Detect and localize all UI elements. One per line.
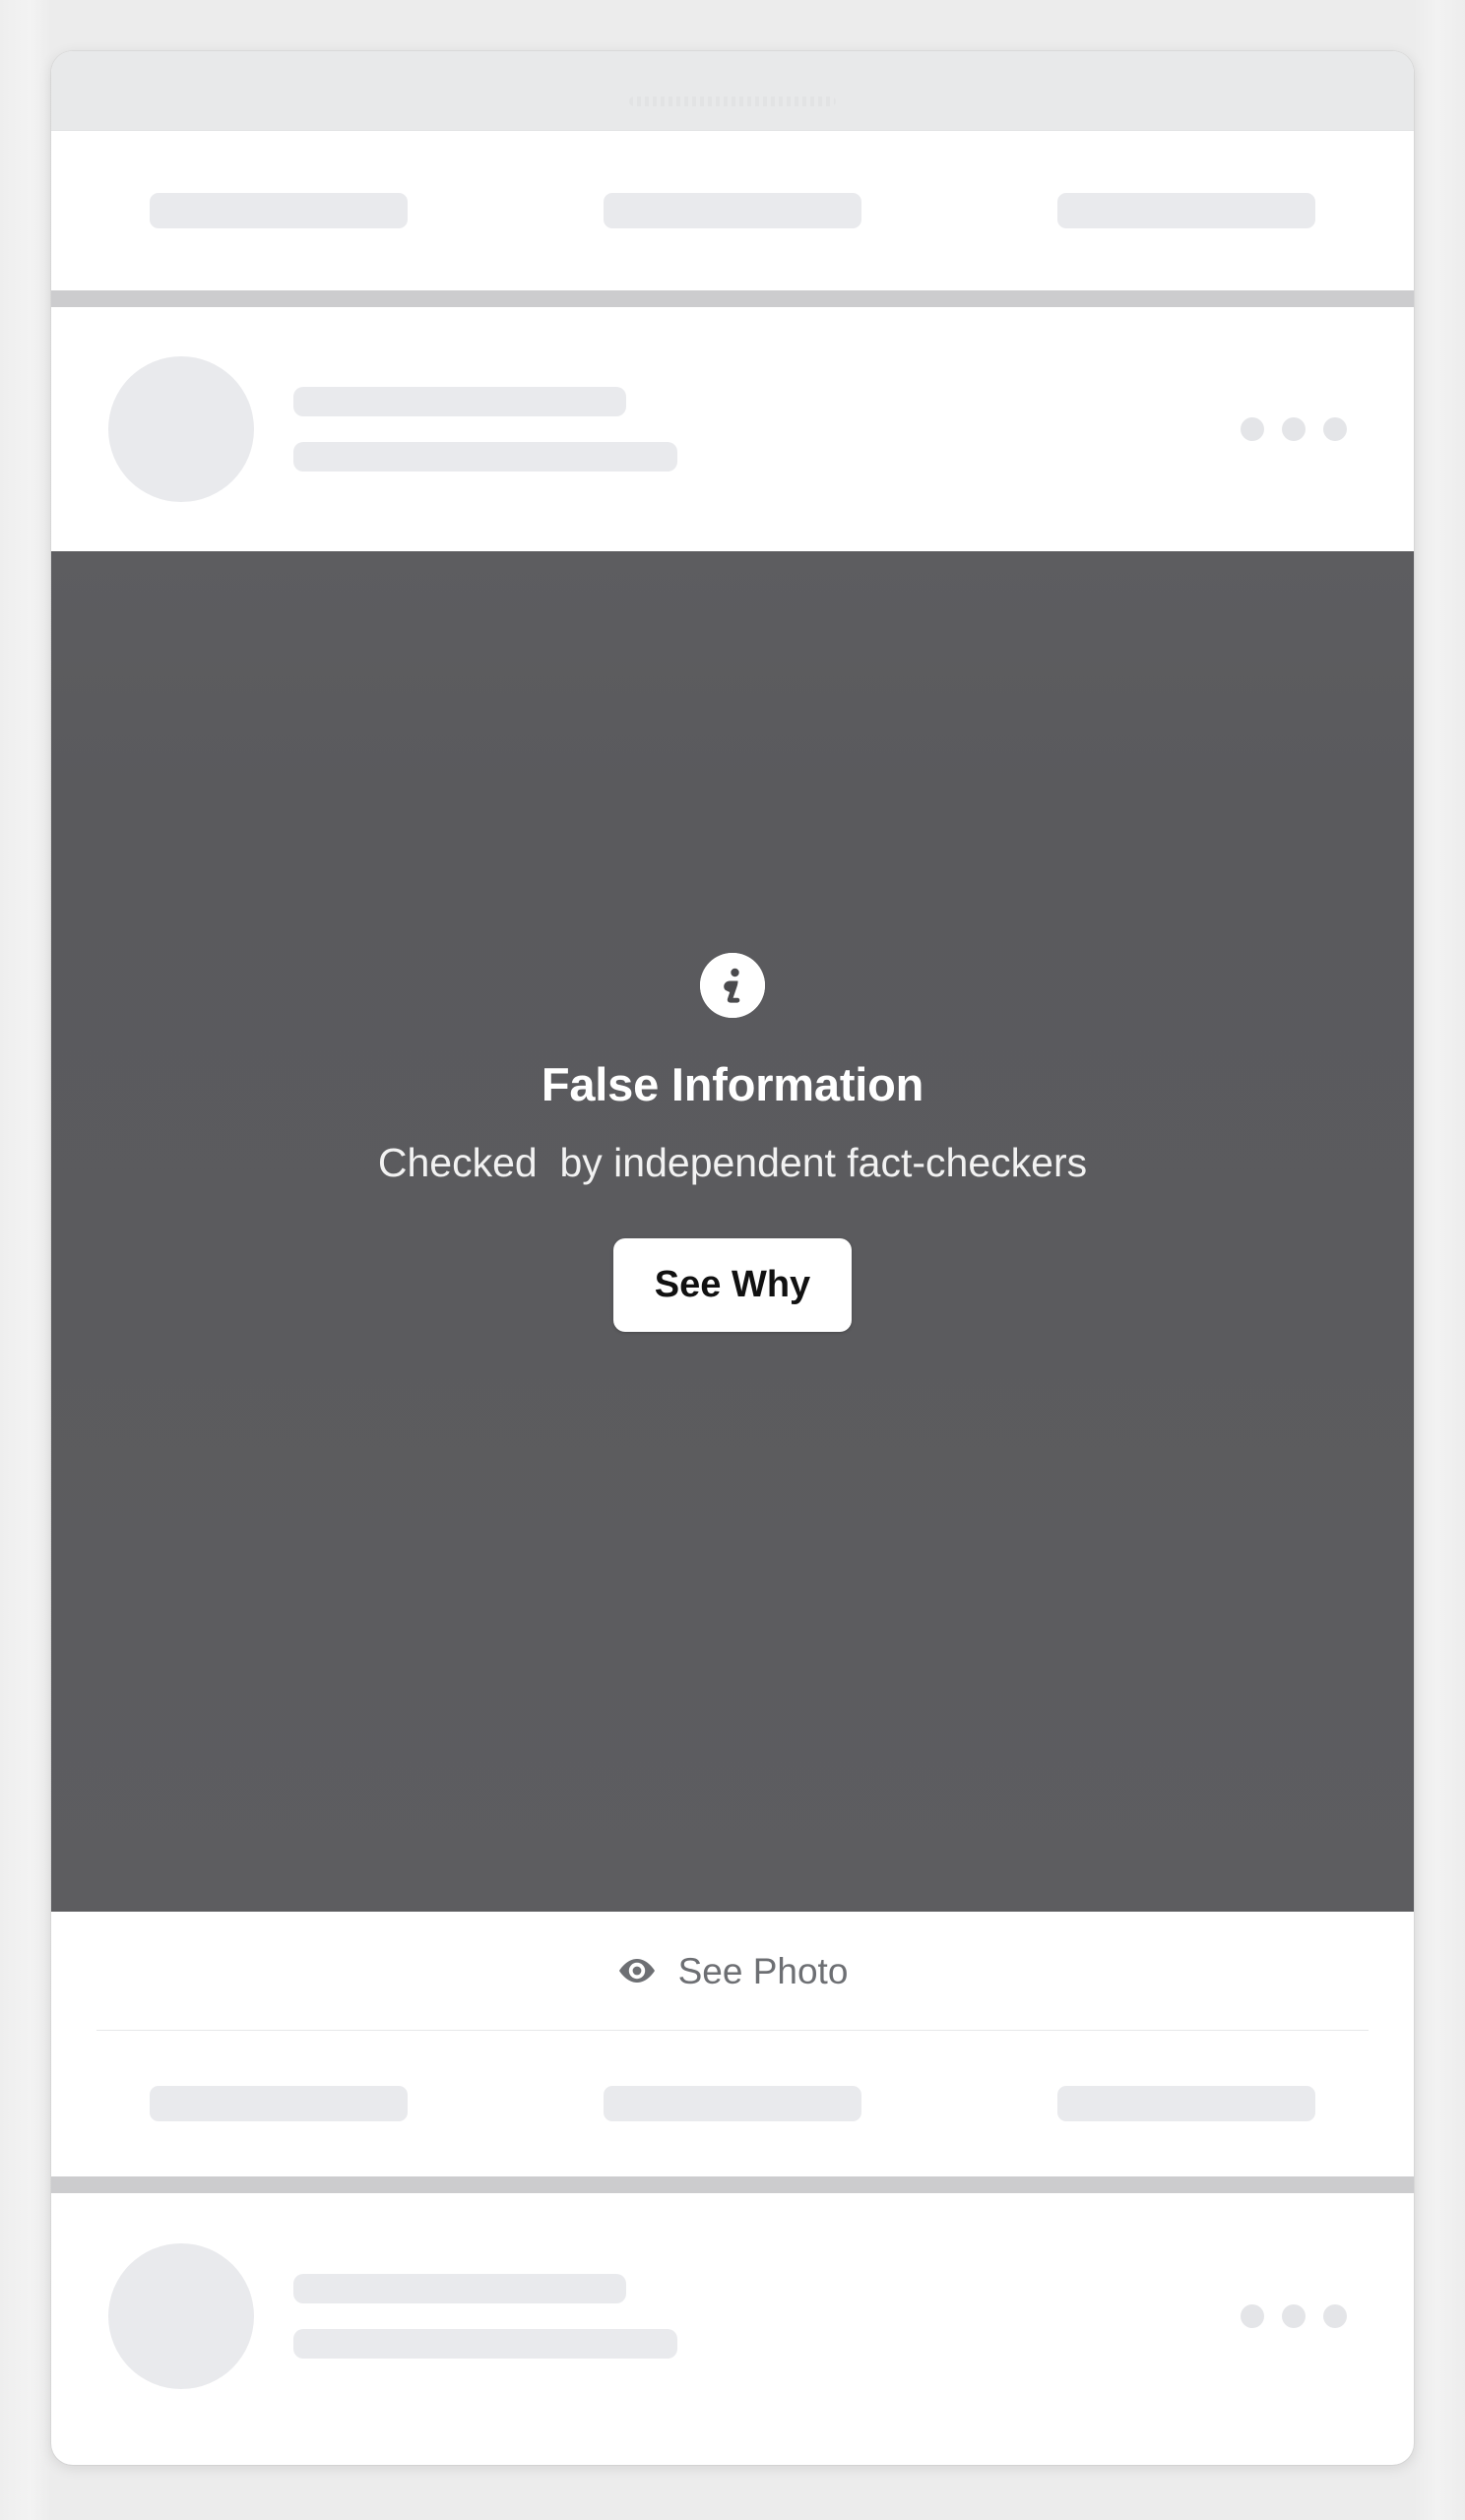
post-author-meta bbox=[293, 387, 1241, 472]
eye-icon bbox=[617, 1958, 657, 1984]
action-placeholder-comment[interactable] bbox=[604, 2086, 861, 2121]
post-action-bar[interactable] bbox=[51, 2031, 1414, 2176]
overflow-dot-2 bbox=[1282, 417, 1306, 441]
overflow-dot-1 bbox=[1241, 417, 1264, 441]
false-information-overlay: False Information Checked by independent… bbox=[51, 551, 1414, 1912]
next-post-header bbox=[51, 2193, 1414, 2439]
device-frame: False Information Checked by independent… bbox=[51, 51, 1414, 2465]
next-overflow-dot-3 bbox=[1323, 2304, 1347, 2328]
speaker-grille-icon bbox=[629, 96, 836, 106]
see-photo-button[interactable]: See Photo bbox=[51, 1912, 1414, 2030]
see-photo-label: See Photo bbox=[677, 1950, 849, 1991]
nav-placeholder-1[interactable] bbox=[150, 193, 408, 228]
section-separator-top bbox=[51, 290, 1414, 307]
page-background: False Information Checked by independent… bbox=[0, 0, 1465, 2520]
device-chrome-bar bbox=[51, 51, 1414, 131]
nav-placeholder-2[interactable] bbox=[604, 193, 861, 228]
overlay-subtitle: Checked by independent fact-checkers bbox=[377, 1140, 1088, 1185]
author-name-placeholder bbox=[293, 387, 626, 416]
post-header bbox=[51, 307, 1414, 551]
next-overflow-dot-1 bbox=[1241, 2304, 1264, 2328]
action-placeholder-like[interactable] bbox=[150, 2086, 408, 2121]
section-separator-bottom bbox=[51, 2176, 1414, 2193]
overlay-title: False Information bbox=[541, 1058, 924, 1110]
next-post-meta-placeholder bbox=[293, 2329, 677, 2359]
next-post-author-name-placeholder bbox=[293, 2274, 626, 2303]
top-nav-bar[interactable] bbox=[51, 131, 1414, 290]
next-post-avatar[interactable] bbox=[108, 2243, 254, 2389]
see-why-button[interactable]: See Why bbox=[612, 1238, 853, 1332]
action-placeholder-share[interactable] bbox=[1057, 2086, 1315, 2121]
nav-placeholder-3[interactable] bbox=[1057, 193, 1315, 228]
next-post-overflow-menu-button[interactable] bbox=[1241, 2304, 1347, 2328]
post-meta-placeholder bbox=[293, 442, 677, 472]
overflow-dot-3 bbox=[1323, 417, 1347, 441]
post-overflow-menu-button[interactable] bbox=[1241, 417, 1347, 441]
avatar[interactable] bbox=[108, 356, 254, 502]
info-circle-icon bbox=[700, 953, 765, 1018]
next-post-author-meta bbox=[293, 2274, 1241, 2359]
next-overflow-dot-2 bbox=[1282, 2304, 1306, 2328]
